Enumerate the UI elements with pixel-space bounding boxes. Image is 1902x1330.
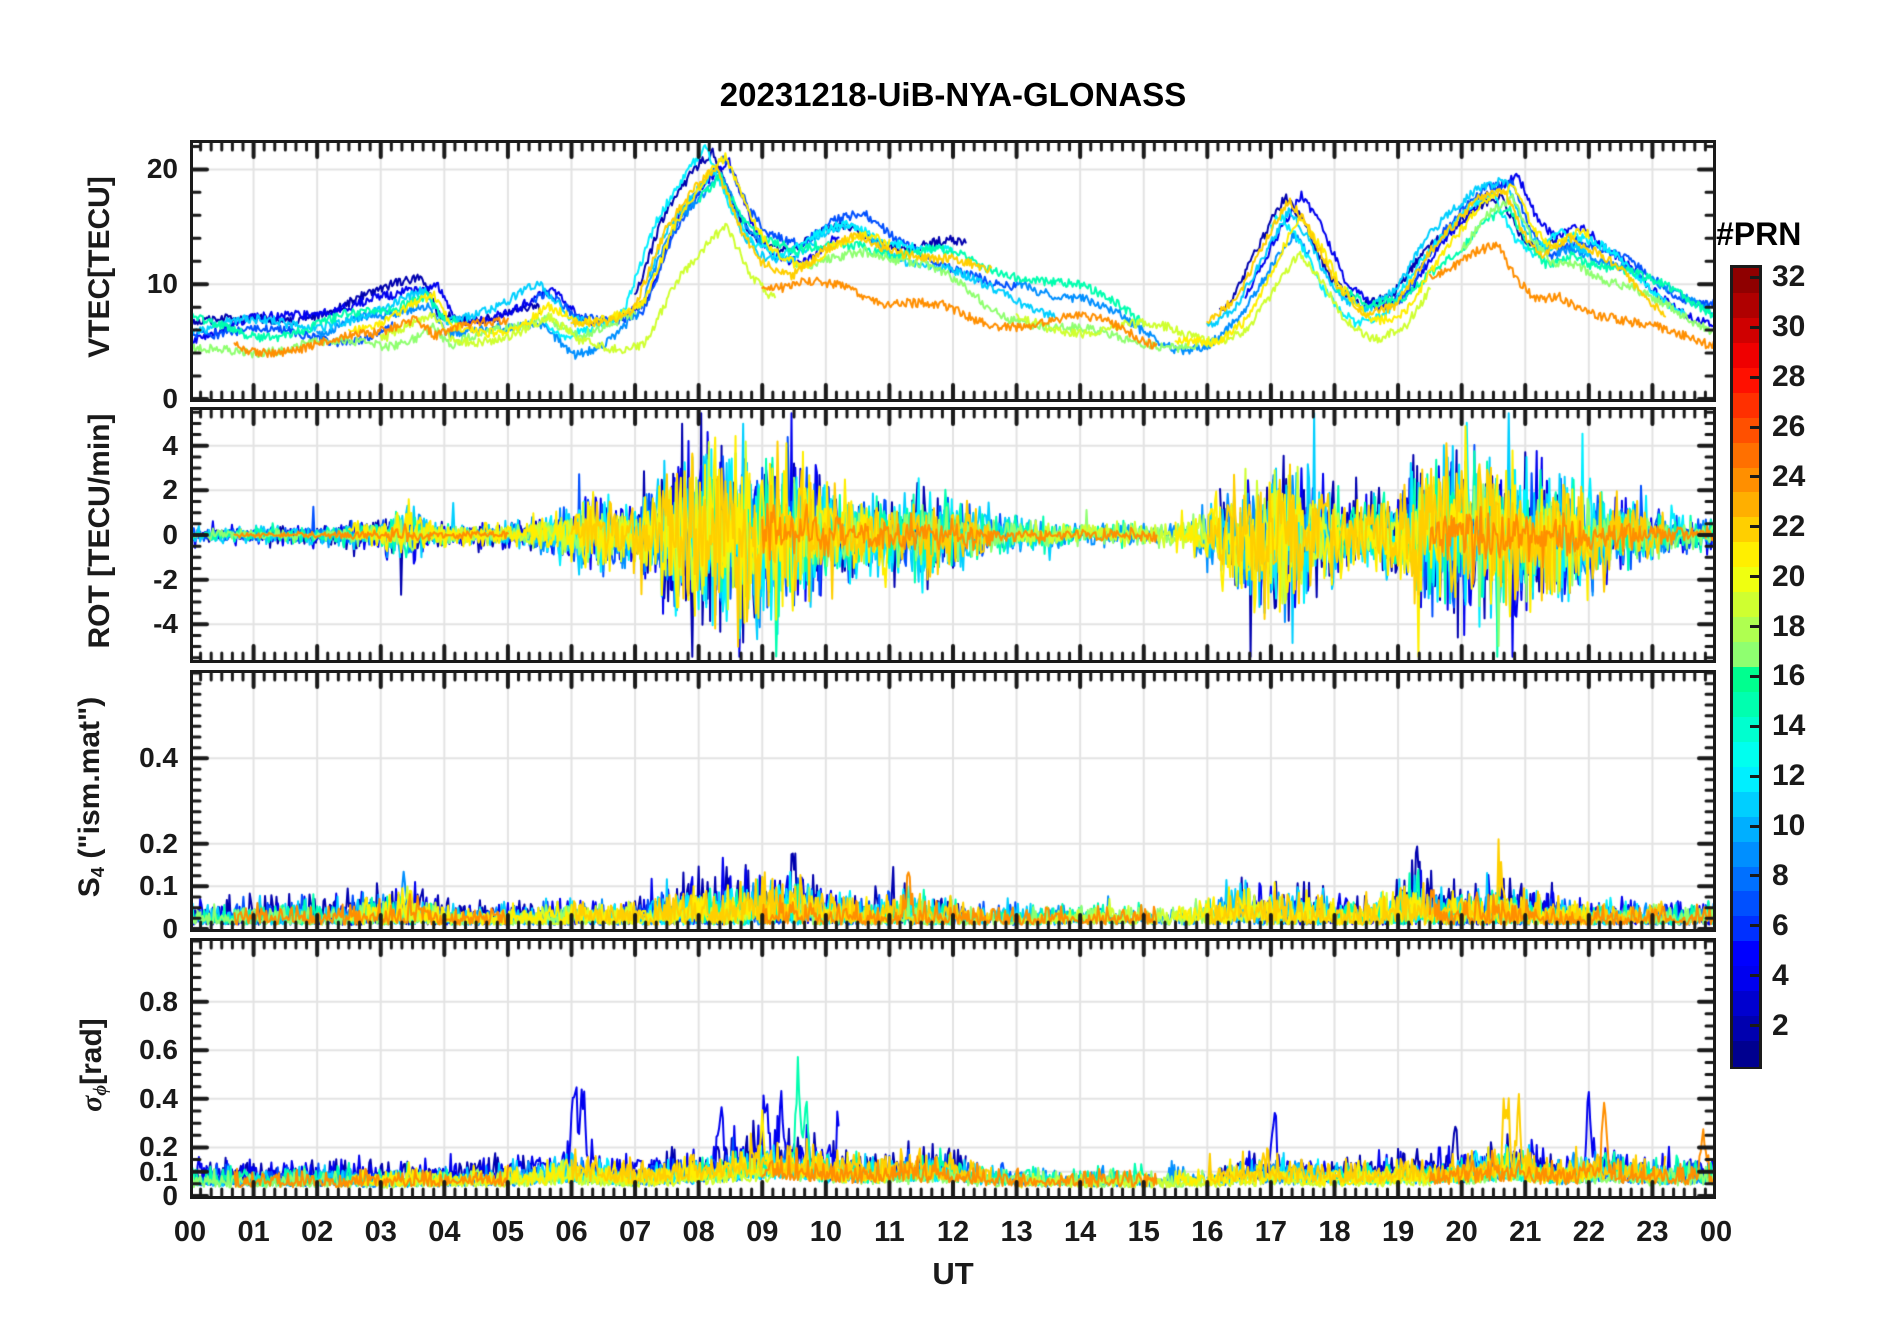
colorbar-block	[1733, 442, 1759, 468]
colorbar-tick-label: 30	[1772, 310, 1806, 344]
colorbar-tick-label: 10	[1772, 809, 1806, 843]
colorbar-tick-label: 16	[1772, 659, 1806, 693]
ytick-label: 2	[162, 474, 178, 506]
colorbar-tick-label: 6	[1772, 908, 1789, 942]
colorbar-tick	[1750, 924, 1759, 928]
colorbar-tick	[1750, 724, 1759, 728]
xtick-label: 00	[1699, 1216, 1733, 1248]
colorbar-tick-label: 4	[1772, 958, 1789, 992]
ytick-label: 0.4	[139, 742, 178, 774]
ytick-label: 0.2	[139, 827, 178, 859]
colorbar-block	[1733, 991, 1759, 1017]
panel-rot	[190, 407, 1716, 663]
ytick-label: -2	[153, 563, 178, 595]
colorbar-block	[1733, 1016, 1759, 1042]
colorbar-tick-label: 2	[1772, 1008, 1789, 1042]
colorbar-tick	[1750, 275, 1759, 279]
colorbar-block	[1733, 467, 1759, 493]
panel-sigma	[190, 938, 1716, 1199]
colorbar-block	[1733, 342, 1759, 369]
colorbar-tick	[1750, 974, 1759, 978]
x-axis-title: UT	[932, 1256, 974, 1291]
colorbar-block	[1733, 766, 1759, 793]
colorbar-tick	[1750, 575, 1759, 579]
colorbar-block	[1733, 317, 1759, 344]
colorbar-tick-label: 14	[1772, 709, 1806, 743]
colorbar	[1730, 265, 1762, 1069]
colorbar-tick	[1750, 774, 1759, 778]
colorbar-block	[1733, 891, 1759, 917]
ytick-label: 0.6	[139, 1034, 178, 1066]
colorbar-block	[1733, 617, 1759, 643]
colorbar-block	[1733, 866, 1759, 892]
ytick-label: 4	[162, 429, 178, 461]
colorbar-block	[1733, 716, 1759, 743]
colorbar-tick-label: 18	[1772, 609, 1806, 643]
ytick-label: 0	[162, 383, 178, 414]
colorbar-tick-label: 28	[1772, 360, 1806, 394]
colorbar-block	[1733, 667, 1759, 693]
colorbar-tick-label: 22	[1772, 509, 1806, 543]
colorbar-block	[1733, 1041, 1759, 1067]
colorbar-block	[1733, 417, 1759, 444]
colorbar-title: #PRN	[1716, 216, 1802, 252]
colorbar-tick	[1750, 325, 1759, 329]
colorbar-tick	[1750, 1024, 1759, 1028]
colorbar-block	[1733, 941, 1759, 967]
colorbar-block	[1733, 791, 1759, 818]
colorbar-block	[1733, 841, 1759, 867]
colorbar-tick-label: 24	[1772, 459, 1806, 493]
colorbar-tick	[1750, 425, 1759, 429]
colorbar-block	[1733, 592, 1759, 618]
colorbar-block	[1733, 691, 1759, 718]
colorbar-tick-label: 20	[1772, 559, 1806, 593]
colorbar-tick	[1750, 874, 1759, 878]
colorbar-block	[1733, 517, 1759, 543]
colorbar-tick-label: 8	[1772, 858, 1789, 892]
ytick-label: 0.4	[139, 1082, 178, 1114]
ytick-label: 0.1	[139, 870, 178, 902]
colorbar-block	[1733, 741, 1759, 768]
panel-s4	[190, 670, 1716, 932]
ytick-label: 0	[162, 519, 178, 550]
colorbar-block	[1733, 268, 1759, 294]
colorbar-tick	[1750, 475, 1759, 479]
ytick-label: 20	[146, 153, 178, 185]
colorbar-block	[1733, 567, 1759, 593]
ytick-label: 0.8	[139, 985, 178, 1017]
colorbar-tick	[1750, 625, 1759, 629]
rot-plot-canvas	[193, 410, 1713, 660]
ytick-label: 10	[146, 268, 178, 300]
colorbar-tick	[1750, 674, 1759, 678]
panel-vtec	[190, 140, 1716, 402]
colorbar-block	[1733, 367, 1759, 394]
chart-title: 20231218-UiB-NYA-GLONASS	[719, 76, 1187, 113]
ytick-label: 0.2	[139, 1131, 178, 1163]
colorbar-tick	[1750, 824, 1759, 828]
colorbar-block	[1733, 642, 1759, 668]
colorbar-block	[1733, 392, 1759, 419]
colorbar-tick	[1750, 525, 1759, 529]
colorbar-block	[1733, 292, 1759, 319]
colorbar-block	[1733, 542, 1759, 568]
colorbar-tick-label: 32	[1772, 260, 1806, 294]
sigma-plot-canvas	[193, 941, 1713, 1196]
colorbar-tick-label: 26	[1772, 410, 1806, 444]
vtec-plot-canvas	[193, 143, 1713, 399]
colorbar-block	[1733, 816, 1759, 843]
ytick-label: -4	[153, 608, 178, 640]
colorbar-block	[1733, 966, 1759, 992]
ytick-label: 0	[162, 913, 178, 944]
s4-plot-canvas	[193, 673, 1713, 929]
colorbar-tick	[1750, 375, 1759, 379]
colorbar-block	[1733, 916, 1759, 942]
figure-root: 20231218-UiB-NYA-GLONASS VTEC[TECU] ROT …	[0, 0, 1902, 1330]
colorbar-tick-label: 12	[1772, 759, 1806, 793]
colorbar-block	[1733, 492, 1759, 518]
